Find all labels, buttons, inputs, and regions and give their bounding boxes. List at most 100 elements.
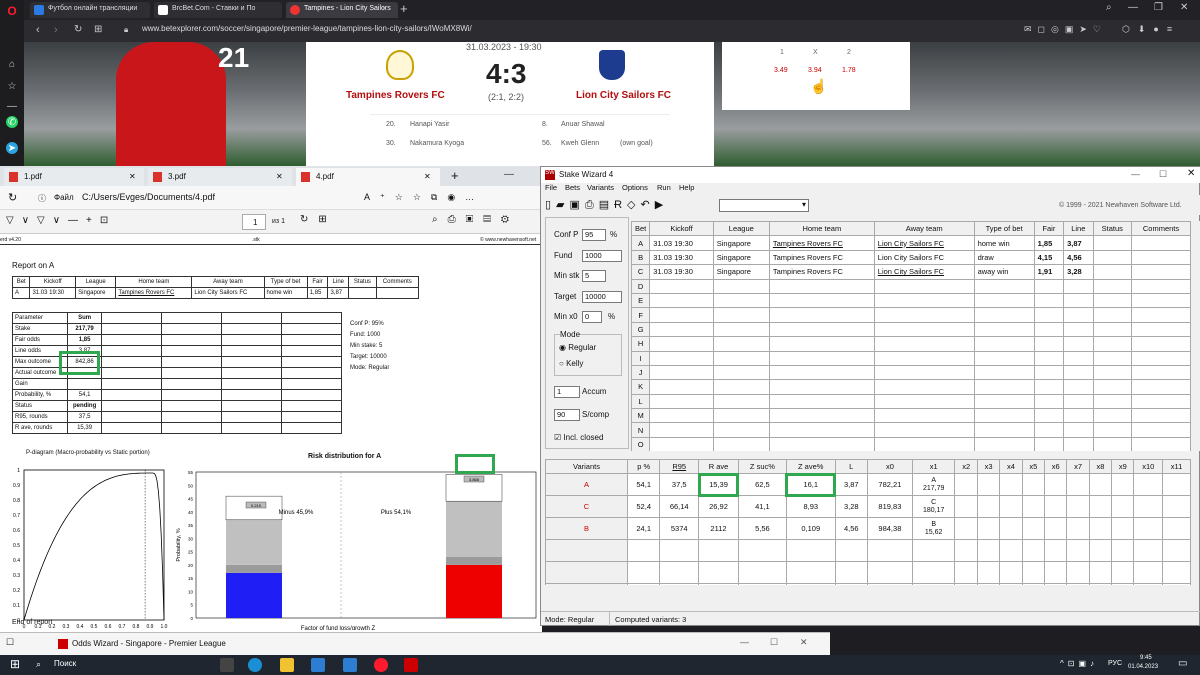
- reload-icon[interactable]: ↻: [74, 24, 82, 35]
- grid-cell[interactable]: [1043, 495, 1068, 519]
- grid-header[interactable]: x3: [976, 459, 1001, 475]
- bet-row[interactable]: F: [631, 307, 1191, 323]
- grid-cell[interactable]: [659, 539, 700, 563]
- grid-cell[interactable]: [1131, 278, 1191, 294]
- bet-letter[interactable]: A: [631, 235, 651, 251]
- menu-variants[interactable]: Variants: [587, 183, 614, 192]
- grid-cell[interactable]: [954, 495, 978, 519]
- address-bar-actions[interactable]: ✉◻◎▣➤♡: [1024, 24, 1107, 35]
- odds-away[interactable]: 1.78: [842, 67, 856, 74]
- pdf-tab-active[interactable]: 4.pdf ✕: [296, 168, 440, 186]
- grid-cell[interactable]: [999, 517, 1023, 541]
- grid-cell[interactable]: [768, 379, 875, 395]
- grid-cell[interactable]: 31.03 19:30: [649, 249, 714, 266]
- grid-cell[interactable]: [834, 539, 868, 563]
- grid-cell[interactable]: 3,87: [834, 473, 868, 497]
- browser-extensions[interactable]: ⬡⬇●≡: [1122, 24, 1180, 35]
- grid-cell[interactable]: [626, 561, 661, 585]
- grid-header[interactable]: x11: [1162, 459, 1191, 475]
- grid-cell[interactable]: [1111, 539, 1135, 563]
- bet-letter[interactable]: E: [631, 292, 651, 309]
- telegram-icon[interactable]: ➤: [6, 142, 18, 154]
- grid-cell[interactable]: [973, 422, 1035, 438]
- grid-cell[interactable]: [973, 321, 1035, 338]
- grid-cell[interactable]: [1063, 393, 1094, 410]
- grid-cell[interactable]: [1131, 336, 1191, 352]
- grid-cell[interactable]: [1092, 321, 1133, 338]
- grid-cell[interactable]: [1092, 364, 1133, 381]
- mail-icon[interactable]: [343, 658, 357, 672]
- grid-header[interactable]: Kickoff: [649, 221, 714, 237]
- grid-cell[interactable]: [712, 436, 770, 451]
- grid-cell[interactable]: [1033, 307, 1065, 323]
- grid-cell[interactable]: home win: [973, 235, 1035, 251]
- grid-cell[interactable]: [1033, 364, 1065, 381]
- close-window-icon[interactable]: ✕: [800, 637, 808, 648]
- menu-help[interactable]: Help: [679, 183, 694, 192]
- grid-cell[interactable]: Lion City Sailors FC: [873, 264, 975, 280]
- grid-cell[interactable]: [1033, 350, 1065, 366]
- grid-header[interactable]: p %: [626, 459, 661, 475]
- bet-letter[interactable]: K: [631, 379, 651, 395]
- x1-cell[interactable]: C 180,17: [911, 495, 956, 519]
- grid-cell[interactable]: [1063, 408, 1094, 424]
- grid-cell[interactable]: [712, 393, 770, 410]
- grid-cell[interactable]: Lion City Sailors FC: [873, 249, 975, 266]
- bet-row[interactable]: H: [631, 336, 1191, 352]
- grid-cell[interactable]: [976, 473, 1001, 497]
- bet-row[interactable]: B 31.03 19:30 Singapore Tampines Rovers FC L…: [631, 249, 1191, 266]
- x1-cell[interactable]: A 217,79: [911, 473, 956, 497]
- grid-cell[interactable]: [1021, 473, 1045, 497]
- grid-cell[interactable]: away win: [973, 264, 1035, 280]
- close-tab-icon[interactable]: ✕: [381, 4, 388, 13]
- grid-header[interactable]: x7: [1066, 459, 1090, 475]
- grid-cell[interactable]: [873, 393, 975, 410]
- grid-header[interactable]: Bet: [631, 221, 651, 237]
- grid-cell[interactable]: 54,1: [626, 473, 661, 497]
- grid-cell[interactable]: [712, 321, 770, 338]
- variant-name[interactable]: C: [545, 495, 628, 519]
- grid-header[interactable]: x8: [1088, 459, 1113, 475]
- close-window-icon[interactable]: ✕: [1180, 2, 1188, 13]
- tiles-icon[interactable]: ⊞: [94, 24, 102, 35]
- grid-cell[interactable]: 24,1: [626, 517, 661, 541]
- bet-row[interactable]: M: [631, 408, 1191, 424]
- grid-cell[interactable]: [1092, 307, 1133, 323]
- grid-header[interactable]: Away team: [873, 221, 975, 237]
- grid-cell[interactable]: [834, 561, 868, 585]
- taskbar-search[interactable]: Поиск: [54, 659, 76, 668]
- grid-header[interactable]: x2: [954, 459, 978, 475]
- grid-cell[interactable]: [1131, 292, 1191, 309]
- minimize-icon[interactable]: —: [1131, 169, 1140, 179]
- grid-cell[interactable]: 62,5: [737, 473, 787, 497]
- grid-header[interactable]: Line: [1063, 221, 1094, 237]
- bet-letter[interactable]: D: [631, 278, 651, 294]
- minimize-icon[interactable]: —: [1128, 2, 1138, 13]
- grid-cell[interactable]: [1063, 422, 1094, 438]
- grid-header[interactable]: Variants: [545, 459, 628, 475]
- grid-cell[interactable]: [649, 436, 714, 451]
- grid-cell[interactable]: Singapore: [712, 249, 770, 266]
- task-view-icon[interactable]: [220, 658, 234, 672]
- grid-cell[interactable]: [1131, 422, 1191, 438]
- grid-cell[interactable]: [712, 379, 770, 395]
- clock-time[interactable]: 9:45: [1140, 655, 1152, 661]
- bet-letter[interactable]: L: [631, 393, 651, 410]
- forward-icon[interactable]: ›: [54, 24, 58, 36]
- grid-cell[interactable]: [1131, 364, 1191, 381]
- grid-cell[interactable]: [768, 393, 875, 410]
- grid-cell[interactable]: [1021, 517, 1045, 541]
- grid-cell[interactable]: [712, 336, 770, 352]
- grid-cell[interactable]: 5374: [659, 517, 700, 541]
- grid-cell[interactable]: [973, 393, 1035, 410]
- grid-cell[interactable]: [1063, 278, 1094, 294]
- grid-header[interactable]: Z suc%: [737, 459, 787, 475]
- grid-cell[interactable]: [1021, 539, 1045, 563]
- grid-cell[interactable]: [976, 561, 1001, 585]
- grid-cell[interactable]: [873, 336, 975, 352]
- grid-cell[interactable]: 26,92: [698, 495, 739, 519]
- grid-cell[interactable]: [649, 336, 714, 352]
- grid-cell[interactable]: [649, 321, 714, 338]
- store-icon[interactable]: [311, 658, 325, 672]
- grid-header[interactable]: x10: [1133, 459, 1164, 475]
